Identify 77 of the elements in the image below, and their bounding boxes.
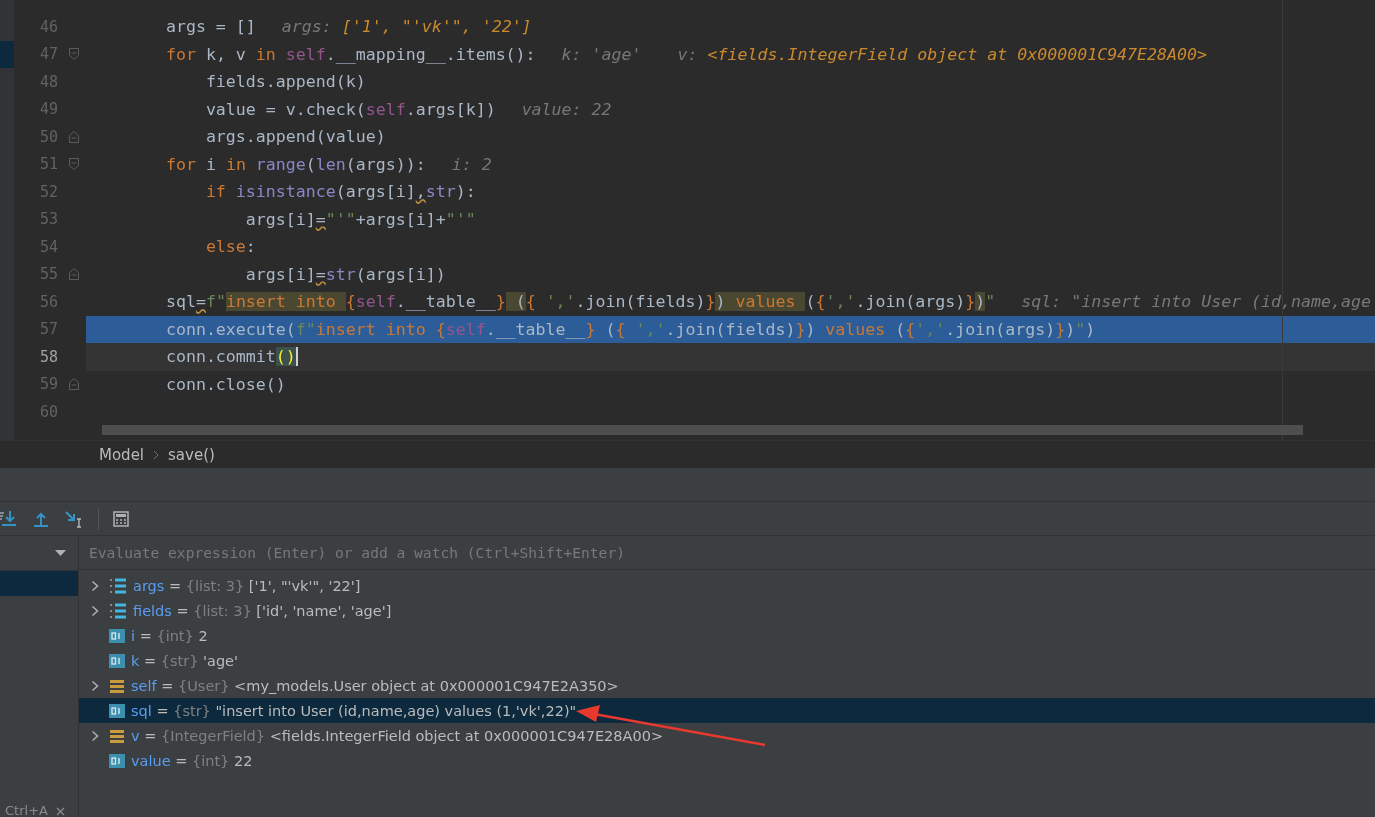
- breadcrumb[interactable]: Model: [99, 445, 145, 464]
- variable-value: v = {IntegerField} <fields.IntegerField object at 0x000001C947E28A00>: [131, 727, 664, 744]
- line-number: 48: [38, 72, 59, 91]
- code-line: args = []: [164, 17, 256, 37]
- line-number: 49: [38, 100, 59, 119]
- expand-chevron-icon[interactable]: [91, 729, 99, 742]
- code-line: sql=f"insert into {self.__table__} ({ ','.join(fields)}) values ({','.join(args)})": [164, 292, 996, 312]
- run-to-cursor-icon[interactable]: [64, 509, 84, 528]
- variable-row[interactable]: value = {int} 22: [79, 748, 1375, 773]
- line-number: 56: [38, 292, 59, 311]
- line-number: 55: [38, 265, 59, 284]
- breadcrumb[interactable]: save(): [168, 445, 215, 464]
- line-number: 53: [38, 210, 59, 229]
- close-icon[interactable]: [55, 806, 65, 816]
- list-icon: [109, 601, 127, 620]
- line-number: 60: [38, 402, 59, 421]
- value-icon: [109, 753, 125, 768]
- inline-value: args: ['1', "'vk'", '22']: [281, 17, 532, 37]
- inline-value: value: 22: [521, 99, 612, 119]
- shortcut-label: Ctrl+A: [5, 805, 48, 817]
- chevron-icon: [153, 449, 160, 460]
- stack-icon: [109, 727, 125, 744]
- inline-value: k: 'age' v: <fields.IntegerField object at 0x000001C947E28A00>: [561, 44, 1208, 64]
- variable-value: fields = {list: 3} ['id', 'name', 'age']: [133, 602, 392, 619]
- fold-icon[interactable]: [68, 129, 80, 144]
- line-number: 50: [38, 127, 59, 146]
- inline-value: sql: "insert into User (id,name,age: [1021, 292, 1371, 312]
- fold-icon[interactable]: [68, 377, 80, 392]
- line-number: 59: [38, 375, 59, 394]
- code-line: value = v.check(self.args[k]): [204, 99, 496, 119]
- variable-value: self = {User} <my_models.User object at 0x000001C947E2A350>: [131, 677, 619, 694]
- code-line: if isinstance(args[i],str):: [204, 182, 476, 202]
- variable-value: args = {list: 3} ['1', "'vk'", '22']: [133, 577, 361, 594]
- dropdown-caret-icon[interactable]: [55, 550, 66, 556]
- code-line: conn.execute(f"insert into {self.__table__} ({ ','.join(fields)}) values ({','.join(args)})"): [164, 319, 1096, 339]
- code-line: args.append(value): [204, 127, 386, 147]
- expand-chevron-icon[interactable]: [91, 579, 99, 592]
- line-number: 51: [38, 155, 59, 174]
- variable-value: sql = {str} "insert into User (id,name,age) values (1,'vk',22)": [131, 702, 577, 719]
- line-number: 57: [38, 320, 59, 339]
- code-line: args[i]="'"+args[i]+"'": [244, 209, 476, 229]
- variable-row[interactable]: k = {str} 'age': [79, 648, 1375, 673]
- expand-chevron-icon[interactable]: [91, 604, 99, 617]
- variable-value: i = {int} 2: [131, 627, 208, 644]
- line-number: 58: [38, 347, 59, 366]
- value-icon: [109, 653, 125, 668]
- fold-icon[interactable]: [68, 267, 80, 282]
- line-number: 47: [38, 45, 59, 64]
- step-into-icon[interactable]: [0, 509, 18, 528]
- scrollbar[interactable]: [102, 425, 1303, 435]
- fold-icon[interactable]: [68, 157, 80, 172]
- code-line: for k, v in self.__mapping__.items():: [164, 44, 536, 64]
- code-line: args[i]=str(args[i]): [244, 264, 446, 284]
- value-icon: [109, 703, 125, 718]
- variable-row[interactable]: v = {IntegerField} <fields.IntegerField object at 0x000001C947E28A00>: [79, 723, 1375, 748]
- code-line: conn.commit(): [164, 347, 298, 367]
- stack-icon: [109, 677, 125, 694]
- variable-value: k = {str} 'age': [131, 652, 239, 669]
- variable-row[interactable]: fields = {list: 3} ['id', 'name', 'age']: [79, 598, 1375, 623]
- variable-value: value = {int} 22: [131, 752, 253, 769]
- expand-chevron-icon[interactable]: [91, 679, 99, 692]
- list-icon: [109, 576, 127, 595]
- line-number: 54: [38, 237, 59, 256]
- variable-row[interactable]: self = {User} <my_models.User object at 0x000001C947E2A350>: [79, 673, 1375, 698]
- line-number: 46: [38, 17, 59, 36]
- variable-row[interactable]: args = {list: 3} ['1', "'vk'", '22']: [79, 573, 1375, 598]
- line-number: 52: [38, 182, 59, 201]
- fold-icon[interactable]: [68, 47, 80, 62]
- inline-value: i: 2: [451, 154, 492, 174]
- code-line: conn.close(): [164, 374, 286, 394]
- variable-row[interactable]: i = {int} 2: [79, 623, 1375, 648]
- calculator-icon[interactable]: [113, 510, 129, 527]
- variable-row[interactable]: sql = {str} "insert into User (id,name,age) values (1,'vk',22)": [79, 698, 1375, 723]
- value-icon: [109, 628, 125, 643]
- code-line: for i in range(len(args)):: [164, 154, 426, 174]
- code-line: fields.append(k): [204, 72, 366, 92]
- code-line: else:: [204, 237, 256, 257]
